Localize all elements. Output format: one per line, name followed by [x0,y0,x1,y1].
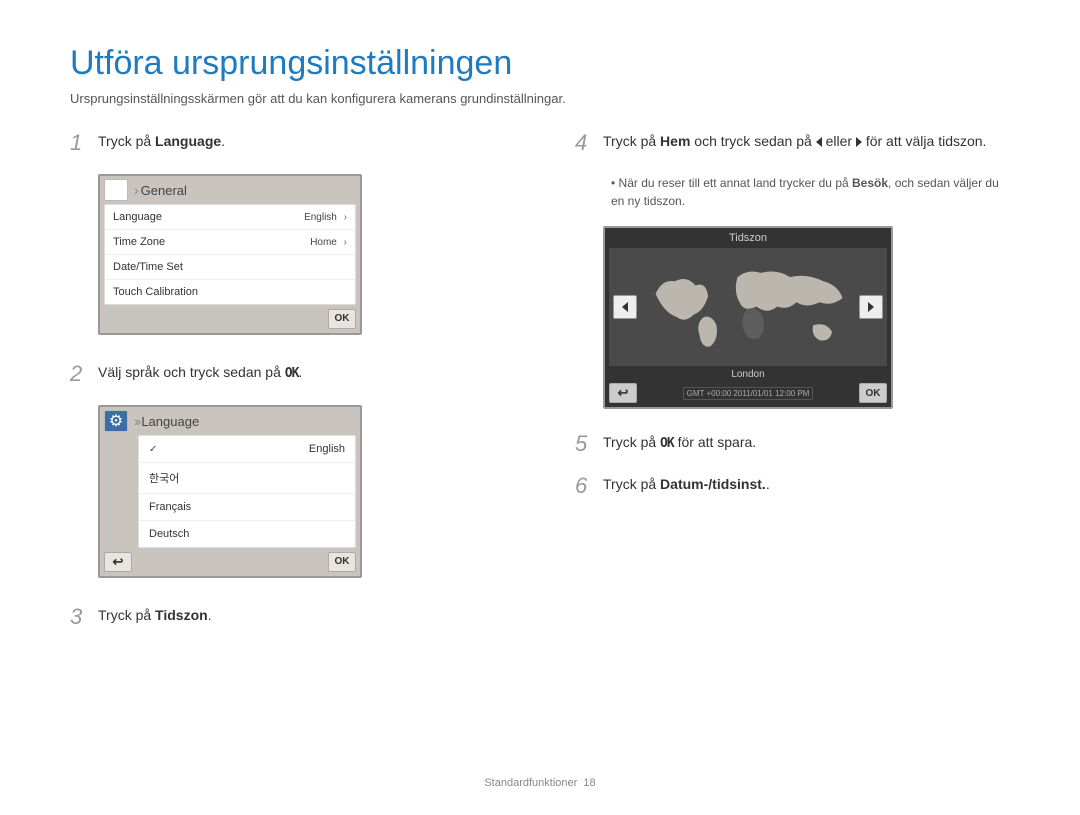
gear-icon[interactable]: ⚙ [104,410,128,432]
timezone-title: Tidszon [605,228,891,248]
right-column: 4 Tryck på Hem och tryck sedan på eller … [575,132,1010,648]
tab-icon-blank[interactable] [104,179,128,201]
step-number: 2 [70,363,86,385]
step-6: 6 Tryck på Datum-/tidsinst.. [575,475,1010,497]
step-1: 1 Tryck på Language. [70,132,505,154]
ok-text: OK [285,366,299,381]
step-text: Välj språk och tryck sedan på OK. [98,363,302,383]
step-number: 5 [575,433,591,455]
lang-option-francais[interactable]: Français [139,494,355,521]
row-touch-calibration[interactable]: Touch Calibration [105,280,355,304]
screen-timezone: Tidszon London GMT +00:00 2011/01/01 12:… [603,226,893,409]
content-columns: 1 Tryck på Language. General Language En… [70,132,1010,648]
left-column: 1 Tryck på Language. General Language En… [70,132,505,648]
step-3: 3 Tryck på Tidszon. [70,606,505,628]
world-map-icon [643,254,853,359]
step-number: 6 [575,475,591,497]
row-language[interactable]: Language English [105,205,355,230]
step-number: 3 [70,606,86,628]
row-timezone[interactable]: Time Zone Home [105,230,355,255]
step-4-subnote: • När du reser till ett annat land tryck… [611,174,1010,210]
row-datetime[interactable]: Date/Time Set [105,255,355,280]
page-title: Utföra ursprungsinställningen [70,44,1010,83]
nav-right-button[interactable] [859,295,883,319]
step-text: Tryck på Language. [98,132,225,152]
screen-general: General Language English Time Zone Home … [98,174,362,335]
step-text: Tryck på Hem och tryck sedan på eller fö… [603,132,986,152]
timezone-city: London [605,366,891,381]
timezone-info: GMT +00:00 2011/01/01 12:00 PM [683,387,814,400]
nav-left-button[interactable] [613,295,637,319]
page-footer: Standardfunktioner 18 [0,777,1080,789]
screen-general-title: General [134,182,187,198]
step-2: 2 Välj språk och tryck sedan på OK. [70,363,505,385]
screen-language-title: Language [134,413,199,429]
lang-option-korean[interactable]: 한국어 [139,463,355,494]
lang-option-deutsch[interactable]: Deutsch [139,521,355,547]
step-4: 4 Tryck på Hem och tryck sedan på eller … [575,132,1010,154]
ok-text: OK [660,436,674,451]
step-number: 4 [575,132,591,154]
ok-button[interactable]: OK [859,383,887,403]
step-number: 1 [70,132,86,154]
step-5: 5 Tryck på OK för att spara. [575,433,1010,455]
ok-button[interactable]: OK [328,552,356,572]
step-text: Tryck på Tidszon. [98,606,212,626]
back-button[interactable] [609,383,637,403]
lang-option-english[interactable]: English [139,436,355,463]
screen-language: ⚙ Language English 한국어 Français Deutsch … [98,405,362,578]
back-button[interactable] [104,552,132,572]
page-intro: Ursprungsinställningsskärmen gör att du … [70,91,1010,106]
ok-button[interactable]: OK [328,309,356,329]
step-text: Tryck på OK för att spara. [603,433,756,453]
step-text: Tryck på Datum-/tidsinst.. [603,475,770,495]
